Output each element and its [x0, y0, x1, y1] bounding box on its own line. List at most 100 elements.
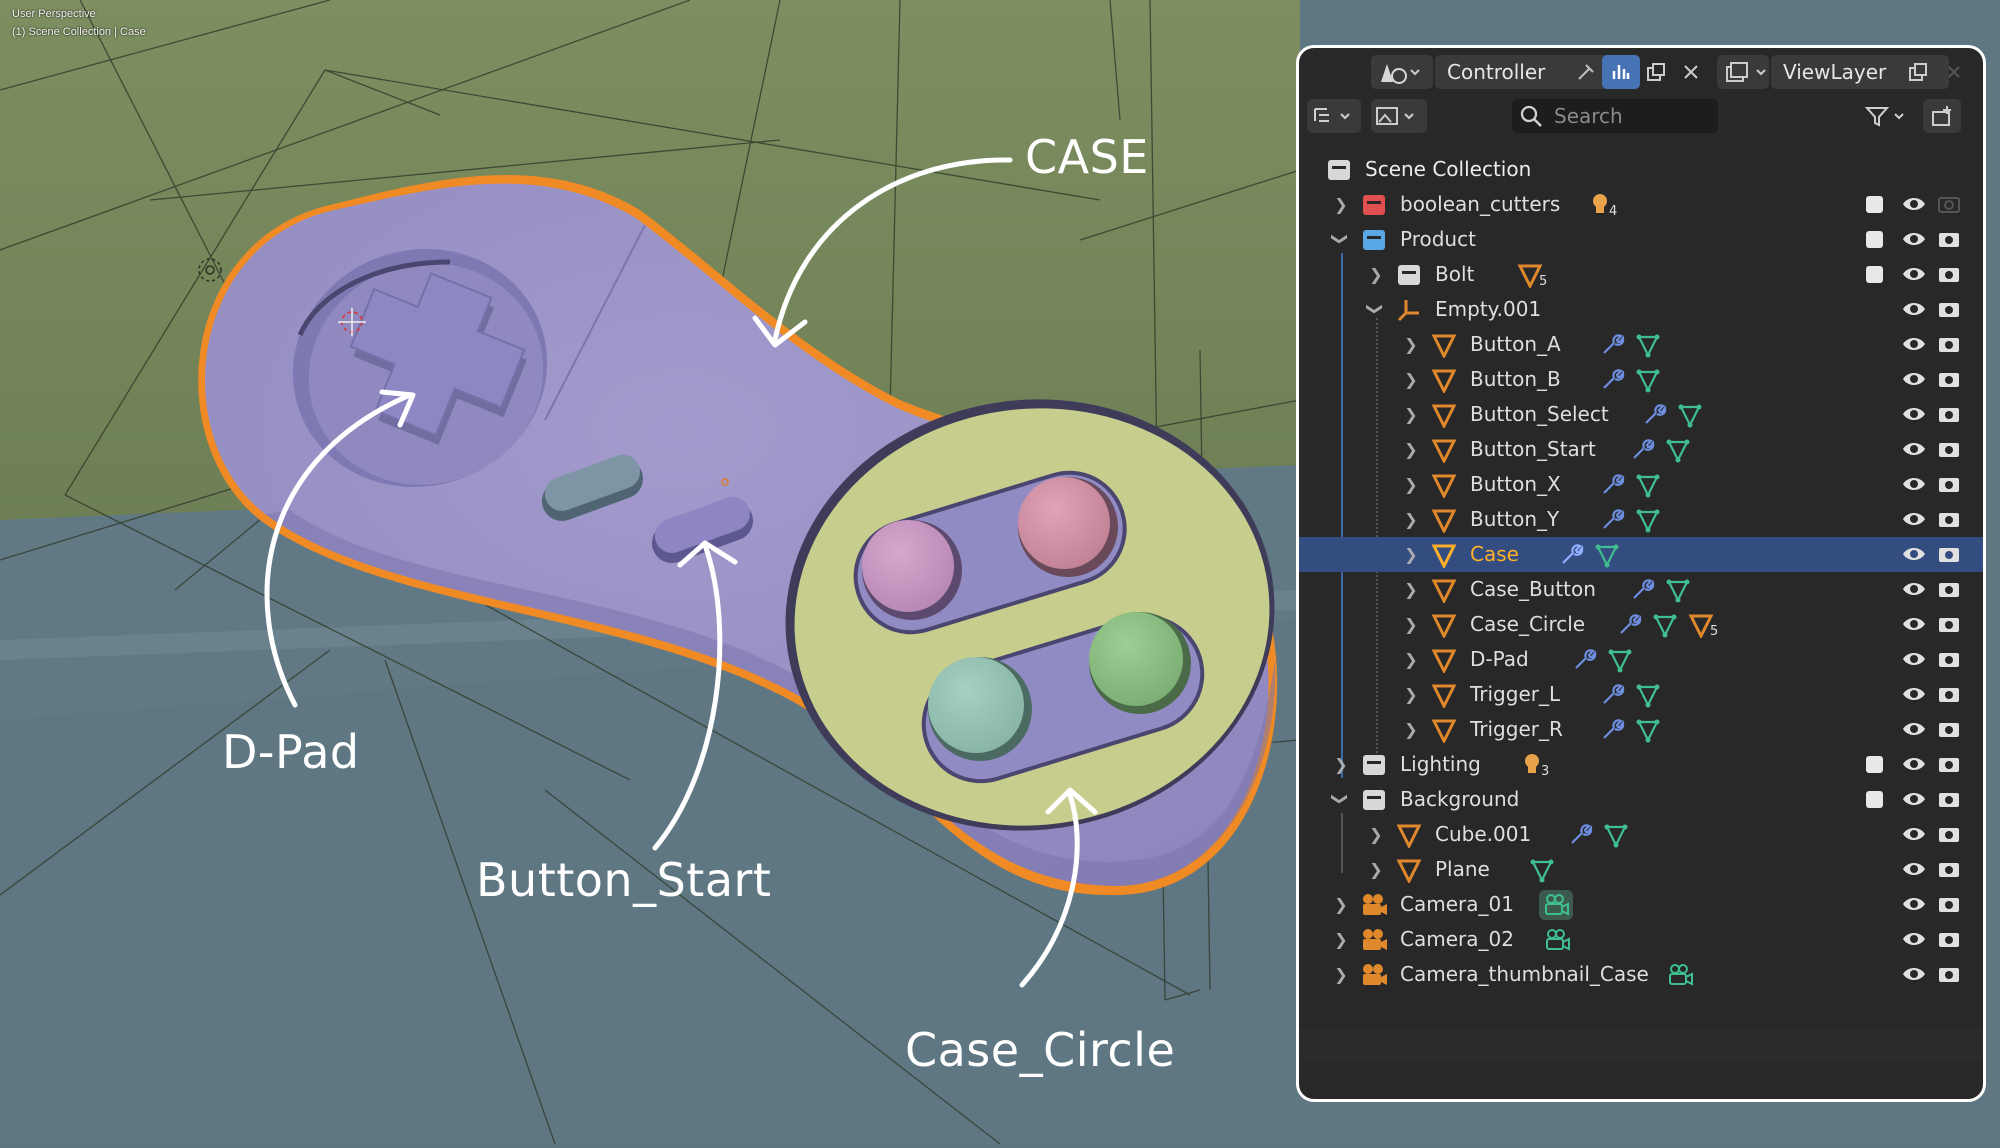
tree-row-lighting[interactable]: ❯ Lighting 3	[1299, 747, 1983, 782]
scene-selector[interactable]	[1371, 55, 1433, 89]
modifier-wrench-icon[interactable]	[1567, 822, 1593, 848]
eye-icon[interactable]	[1902, 438, 1926, 460]
expand-chevron-icon[interactable]: ❯	[1331, 192, 1351, 216]
modifier-wrench-icon[interactable]	[1616, 612, 1642, 638]
eye-icon[interactable]	[1902, 823, 1926, 845]
modifier-wrench-icon[interactable]	[1599, 472, 1625, 498]
tree-row-d-pad[interactable]: ❯ D-Pad	[1299, 642, 1983, 677]
mesh-data-icon[interactable]	[1607, 647, 1633, 673]
expand-chevron-icon[interactable]: ❯	[1401, 612, 1421, 636]
new-view-layer-icon[interactable]	[1899, 55, 1937, 89]
tree-row-case-button[interactable]: ❯ Case_Button	[1299, 572, 1983, 607]
camera-icon[interactable]	[1937, 823, 1961, 845]
eye-icon[interactable]	[1902, 578, 1926, 600]
remove-view-layer-icon[interactable]	[1935, 55, 1973, 89]
active-camera-data-icon[interactable]	[1539, 890, 1573, 920]
camera-icon[interactable]	[1937, 438, 1961, 460]
camera-icon[interactable]	[1937, 648, 1961, 670]
expand-chevron-icon[interactable]: ❯	[1401, 332, 1421, 356]
eye-icon[interactable]	[1902, 613, 1926, 635]
camera-data-icon[interactable]	[1666, 963, 1694, 987]
modifier-wrench-icon[interactable]	[1571, 647, 1597, 673]
mesh-data-icon[interactable]	[1635, 472, 1661, 498]
camera-icon[interactable]	[1937, 928, 1961, 950]
mesh-data-icon[interactable]	[1665, 437, 1691, 463]
eye-icon[interactable]	[1902, 193, 1926, 215]
eye-icon[interactable]	[1902, 858, 1926, 880]
tree-row-button-select[interactable]: ❯ Button_Select	[1299, 397, 1983, 432]
eye-icon[interactable]	[1902, 473, 1926, 495]
button-b-mesh[interactable]	[928, 657, 1024, 753]
mesh-data-icon[interactable]	[1594, 542, 1620, 568]
camera-icon[interactable]	[1937, 543, 1961, 565]
mesh-data-icon[interactable]	[1635, 717, 1661, 743]
mesh-data-icon[interactable]	[1665, 577, 1691, 603]
eye-icon[interactable]	[1902, 718, 1926, 740]
camera-icon[interactable]	[1937, 298, 1961, 320]
tree-row-button-b[interactable]: ❯ Button_B	[1299, 362, 1983, 397]
expand-chevron-icon[interactable]: ❯	[1331, 962, 1351, 986]
modifier-wrench-icon[interactable]	[1599, 717, 1625, 743]
tree-row-trigger-r[interactable]: ❯ Trigger_R	[1299, 712, 1983, 747]
camera-icon[interactable]	[1937, 333, 1961, 355]
exclude-checkbox[interactable]	[1866, 266, 1883, 283]
mesh-data-icon[interactable]	[1529, 857, 1555, 883]
camera-icon[interactable]	[1937, 683, 1961, 705]
camera-icon[interactable]	[1937, 858, 1961, 880]
modifier-wrench-icon[interactable]	[1629, 577, 1655, 603]
tree-row-camera-01[interactable]: ❯ Camera_01	[1299, 887, 1983, 922]
outliner-panel[interactable]: Controller ViewLayer Search Scene Collec…	[1296, 45, 1986, 1102]
expand-chevron-icon[interactable]: ❯	[1401, 437, 1421, 461]
camera-icon[interactable]	[1937, 228, 1961, 250]
tree-row-button-x[interactable]: ❯ Button_X	[1299, 467, 1983, 502]
collapse-chevron-icon[interactable]: ❯	[1364, 299, 1388, 319]
expand-chevron-icon[interactable]: ❯	[1401, 717, 1421, 741]
camera-data-icon[interactable]	[1543, 928, 1571, 952]
exclude-checkbox[interactable]	[1866, 756, 1883, 773]
tree-row-button-start[interactable]: ❯ Button_Start	[1299, 432, 1983, 467]
expand-chevron-icon[interactable]: ❯	[1366, 857, 1386, 881]
camera-icon[interactable]	[1937, 893, 1961, 915]
camera-icon[interactable]	[1937, 718, 1961, 740]
view-layer-selector[interactable]	[1717, 55, 1769, 89]
eye-icon[interactable]	[1902, 508, 1926, 530]
expand-chevron-icon[interactable]: ❯	[1401, 542, 1421, 566]
modifier-wrench-icon[interactable]	[1558, 542, 1584, 568]
eye-icon[interactable]	[1902, 683, 1926, 705]
modifier-wrench-icon[interactable]	[1641, 402, 1667, 428]
tree-row-boolean-cutters[interactable]: ❯ boolean_cutters 4	[1299, 187, 1983, 222]
tree-row-empty-001[interactable]: ❯ Empty.001	[1299, 292, 1983, 327]
eye-icon[interactable]	[1902, 543, 1926, 565]
tree-row-camera-02[interactable]: ❯ Camera_02	[1299, 922, 1983, 957]
eye-icon[interactable]	[1902, 753, 1926, 775]
pin-scene-icon[interactable]	[1567, 55, 1605, 89]
button-a-mesh[interactable]	[1089, 612, 1183, 706]
collapse-chevron-icon[interactable]: ❯	[1329, 789, 1353, 809]
delete-scene-icon[interactable]	[1672, 55, 1710, 89]
mesh-data-icon[interactable]	[1603, 822, 1629, 848]
tree-row-button-a[interactable]: ❯ Button_A	[1299, 327, 1983, 362]
tree-row-bolt[interactable]: ❯ Bolt 5	[1299, 257, 1983, 292]
mesh-data-icon[interactable]	[1652, 612, 1678, 638]
modifier-wrench-icon[interactable]	[1599, 367, 1625, 393]
tree-row-case-circle[interactable]: ❯ Case_Circle 5	[1299, 607, 1983, 642]
tree-row-background[interactable]: ❯ Background	[1299, 782, 1983, 817]
tree-row-button-y[interactable]: ❯ Button_Y	[1299, 502, 1983, 537]
camera-icon[interactable]	[1937, 508, 1961, 530]
button-y-mesh[interactable]	[862, 520, 954, 612]
camera-icon[interactable]	[1937, 613, 1961, 635]
camera-icon[interactable]	[1937, 473, 1961, 495]
exclude-checkbox[interactable]	[1866, 231, 1883, 248]
eye-icon[interactable]	[1902, 788, 1926, 810]
collapse-chevron-icon[interactable]: ❯	[1329, 229, 1353, 249]
expand-chevron-icon[interactable]: ❯	[1401, 472, 1421, 496]
new-scene-icon[interactable]	[1637, 55, 1675, 89]
child-mesh-icon[interactable]: 5	[1688, 612, 1722, 640]
eye-icon[interactable]	[1902, 928, 1926, 950]
tree-row-trigger-l[interactable]: ❯ Trigger_L	[1299, 677, 1983, 712]
library-override-selector[interactable]	[1371, 99, 1427, 133]
mesh-data-icon[interactable]	[1635, 332, 1661, 358]
fake-user-icon[interactable]	[1602, 55, 1640, 89]
expand-chevron-icon[interactable]: ❯	[1331, 927, 1351, 951]
camera-icon[interactable]	[1937, 753, 1961, 775]
